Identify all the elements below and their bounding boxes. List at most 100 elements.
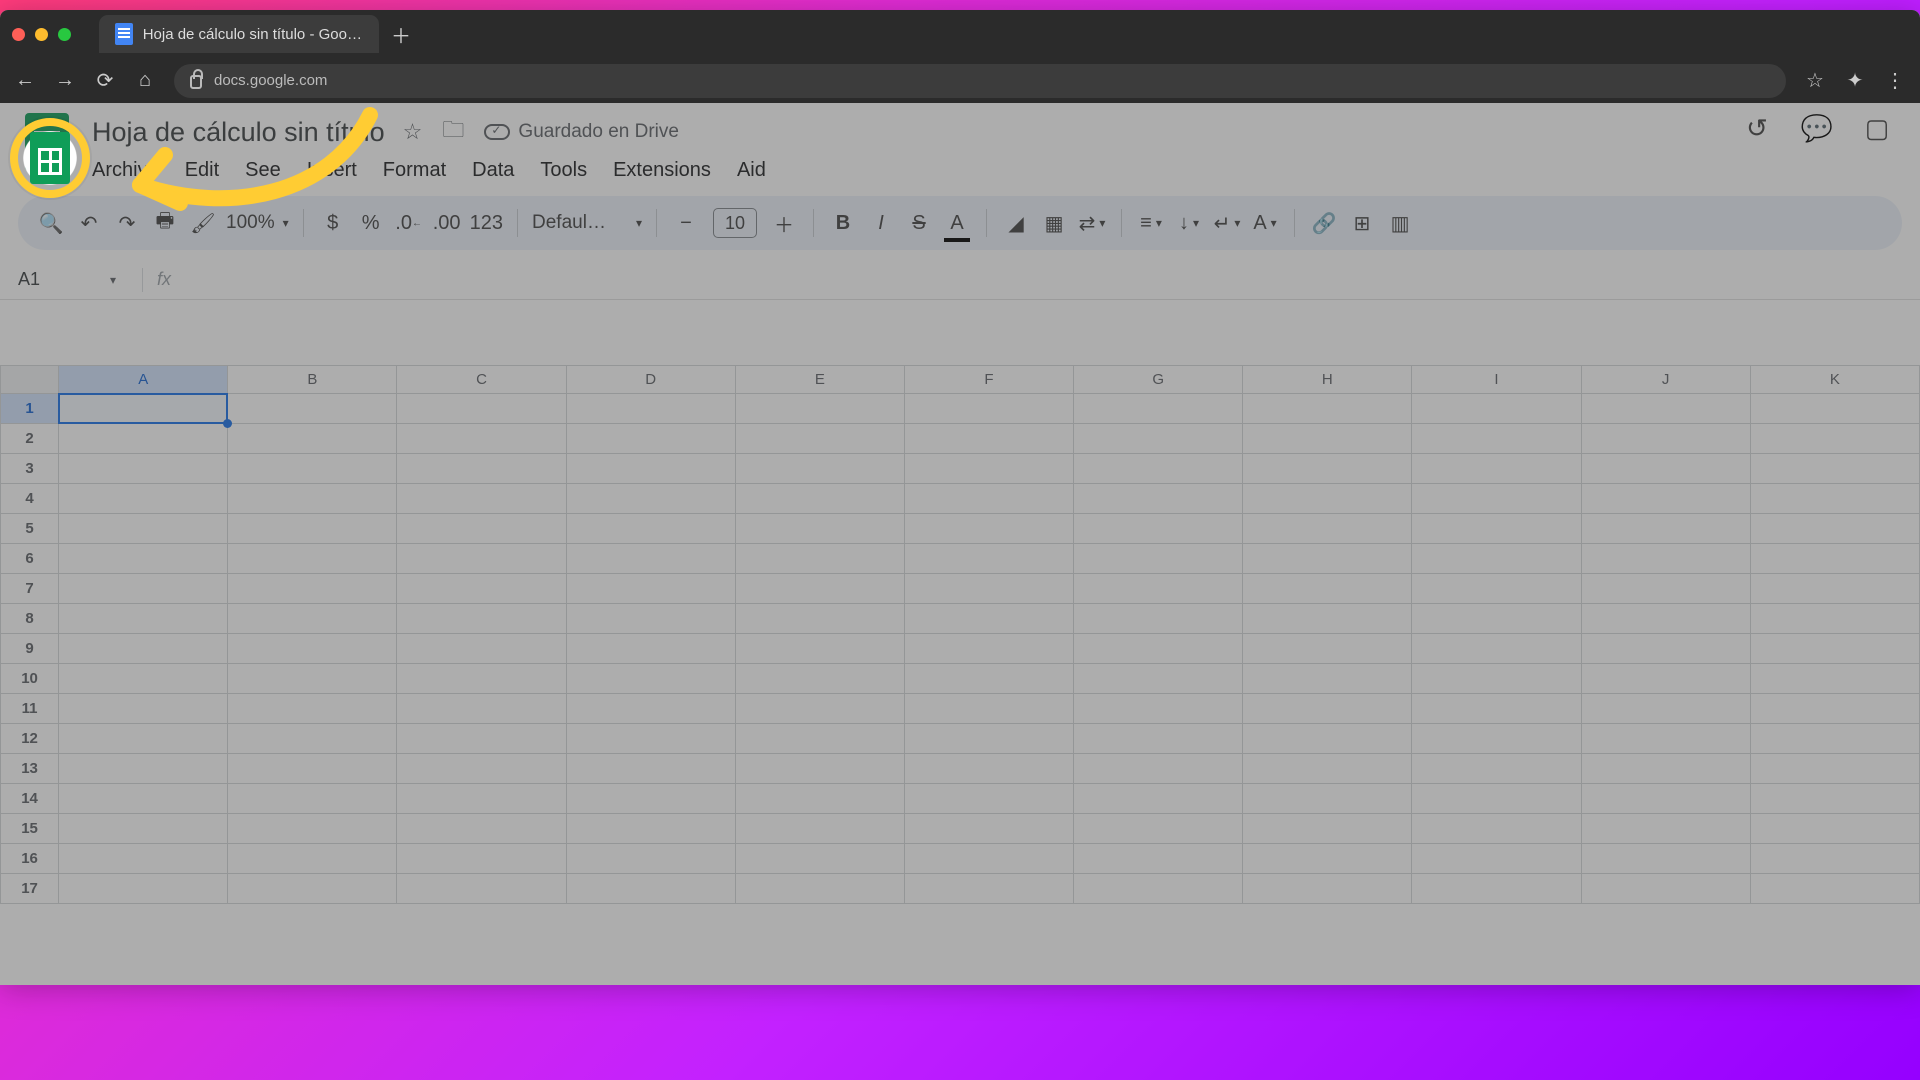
zoom-select[interactable]: 100%▾ <box>226 212 289 234</box>
cell-D4[interactable] <box>566 484 735 514</box>
cell-K15[interactable] <box>1750 814 1919 844</box>
cell-D14[interactable] <box>566 784 735 814</box>
row-header-3[interactable]: 3 <box>1 454 59 484</box>
cell-A9[interactable] <box>59 634 228 664</box>
cell-E13[interactable] <box>735 754 904 784</box>
cell-C1[interactable] <box>397 394 566 424</box>
cell-C2[interactable] <box>397 424 566 454</box>
insert-chart-button[interactable]: ▥ <box>1385 208 1415 238</box>
bold-button[interactable]: B <box>828 208 858 238</box>
cell-A5[interactable] <box>59 514 228 544</box>
cell-A6[interactable] <box>59 544 228 574</box>
cell-H4[interactable] <box>1243 484 1412 514</box>
undo-button[interactable]: ↶ <box>74 208 104 238</box>
cell-B5[interactable] <box>228 514 397 544</box>
cell-B2[interactable] <box>228 424 397 454</box>
cell-J7[interactable] <box>1581 574 1750 604</box>
cell-H16[interactable] <box>1243 844 1412 874</box>
cell-I5[interactable] <box>1412 514 1581 544</box>
cell-K3[interactable] <box>1750 454 1919 484</box>
column-header-F[interactable]: F <box>904 366 1073 394</box>
cell-A11[interactable] <box>59 694 228 724</box>
column-header-H[interactable]: H <box>1243 366 1412 394</box>
format-currency-button[interactable]: $ <box>318 208 348 238</box>
column-header-G[interactable]: G <box>1074 366 1243 394</box>
cell-J1[interactable] <box>1581 394 1750 424</box>
italic-button[interactable]: I <box>866 208 896 238</box>
cell-E8[interactable] <box>735 604 904 634</box>
cell-K11[interactable] <box>1750 694 1919 724</box>
cell-G9[interactable] <box>1074 634 1243 664</box>
row-header-1[interactable]: 1 <box>1 394 59 424</box>
cell-C14[interactable] <box>397 784 566 814</box>
address-bar[interactable]: docs.google.com <box>174 64 1786 98</box>
cell-G7[interactable] <box>1074 574 1243 604</box>
insert-link-button[interactable]: 🔗 <box>1309 208 1339 238</box>
number-format-button[interactable]: 123 <box>470 208 503 238</box>
cell-D6[interactable] <box>566 544 735 574</box>
column-header-A[interactable]: A <box>59 366 228 394</box>
cell-A17[interactable] <box>59 874 228 904</box>
cell-J2[interactable] <box>1581 424 1750 454</box>
formula-input[interactable] <box>171 260 1920 299</box>
cell-F5[interactable] <box>904 514 1073 544</box>
row-header-10[interactable]: 10 <box>1 664 59 694</box>
menu-see[interactable]: See <box>245 159 281 182</box>
cell-D12[interactable] <box>566 724 735 754</box>
cell-I17[interactable] <box>1412 874 1581 904</box>
cell-C16[interactable] <box>397 844 566 874</box>
cell-G1[interactable] <box>1074 394 1243 424</box>
cell-B17[interactable] <box>228 874 397 904</box>
cell-E17[interactable] <box>735 874 904 904</box>
cell-H9[interactable] <box>1243 634 1412 664</box>
cell-F11[interactable] <box>904 694 1073 724</box>
version-history-icon[interactable]: ↺ <box>1742 113 1772 143</box>
cell-E14[interactable] <box>735 784 904 814</box>
cell-E15[interactable] <box>735 814 904 844</box>
browser-menu-icon[interactable]: ⋮ <box>1884 70 1906 92</box>
cell-D13[interactable] <box>566 754 735 784</box>
cell-B14[interactable] <box>228 784 397 814</box>
cell-D8[interactable] <box>566 604 735 634</box>
fill-color-button[interactable]: ◢ <box>1001 208 1031 238</box>
cell-J8[interactable] <box>1581 604 1750 634</box>
cell-B6[interactable] <box>228 544 397 574</box>
cell-G3[interactable] <box>1074 454 1243 484</box>
cell-E16[interactable] <box>735 844 904 874</box>
cell-K8[interactable] <box>1750 604 1919 634</box>
row-header-8[interactable]: 8 <box>1 604 59 634</box>
menu-archive[interactable]: Archive <box>92 159 159 182</box>
cell-G6[interactable] <box>1074 544 1243 574</box>
cell-H3[interactable] <box>1243 454 1412 484</box>
cell-E1[interactable] <box>735 394 904 424</box>
cell-E4[interactable] <box>735 484 904 514</box>
increase-decimal-button[interactable]: .00 <box>432 208 462 238</box>
cell-I1[interactable] <box>1412 394 1581 424</box>
cell-C3[interactable] <box>397 454 566 484</box>
cell-J3[interactable] <box>1581 454 1750 484</box>
cell-A1[interactable] <box>59 394 228 424</box>
select-all-corner[interactable] <box>1 366 59 394</box>
row-header-5[interactable]: 5 <box>1 514 59 544</box>
column-header-E[interactable]: E <box>735 366 904 394</box>
cell-K9[interactable] <box>1750 634 1919 664</box>
cell-E12[interactable] <box>735 724 904 754</box>
menu-edit[interactable]: Edit <box>185 159 219 182</box>
cell-C10[interactable] <box>397 664 566 694</box>
row-header-4[interactable]: 4 <box>1 484 59 514</box>
cell-D15[interactable] <box>566 814 735 844</box>
cell-C11[interactable] <box>397 694 566 724</box>
cell-K7[interactable] <box>1750 574 1919 604</box>
row-header-16[interactable]: 16 <box>1 844 59 874</box>
cell-G4[interactable] <box>1074 484 1243 514</box>
name-box[interactable]: A1 <box>18 269 128 290</box>
cell-A13[interactable] <box>59 754 228 784</box>
cell-K17[interactable] <box>1750 874 1919 904</box>
cell-E11[interactable] <box>735 694 904 724</box>
font-size-increase-button[interactable]: ＋ <box>769 208 799 238</box>
row-header-7[interactable]: 7 <box>1 574 59 604</box>
bookmark-star-icon[interactable]: ☆ <box>1804 70 1826 92</box>
cell-J5[interactable] <box>1581 514 1750 544</box>
column-header-B[interactable]: B <box>228 366 397 394</box>
window-minimize-button[interactable] <box>35 28 48 41</box>
